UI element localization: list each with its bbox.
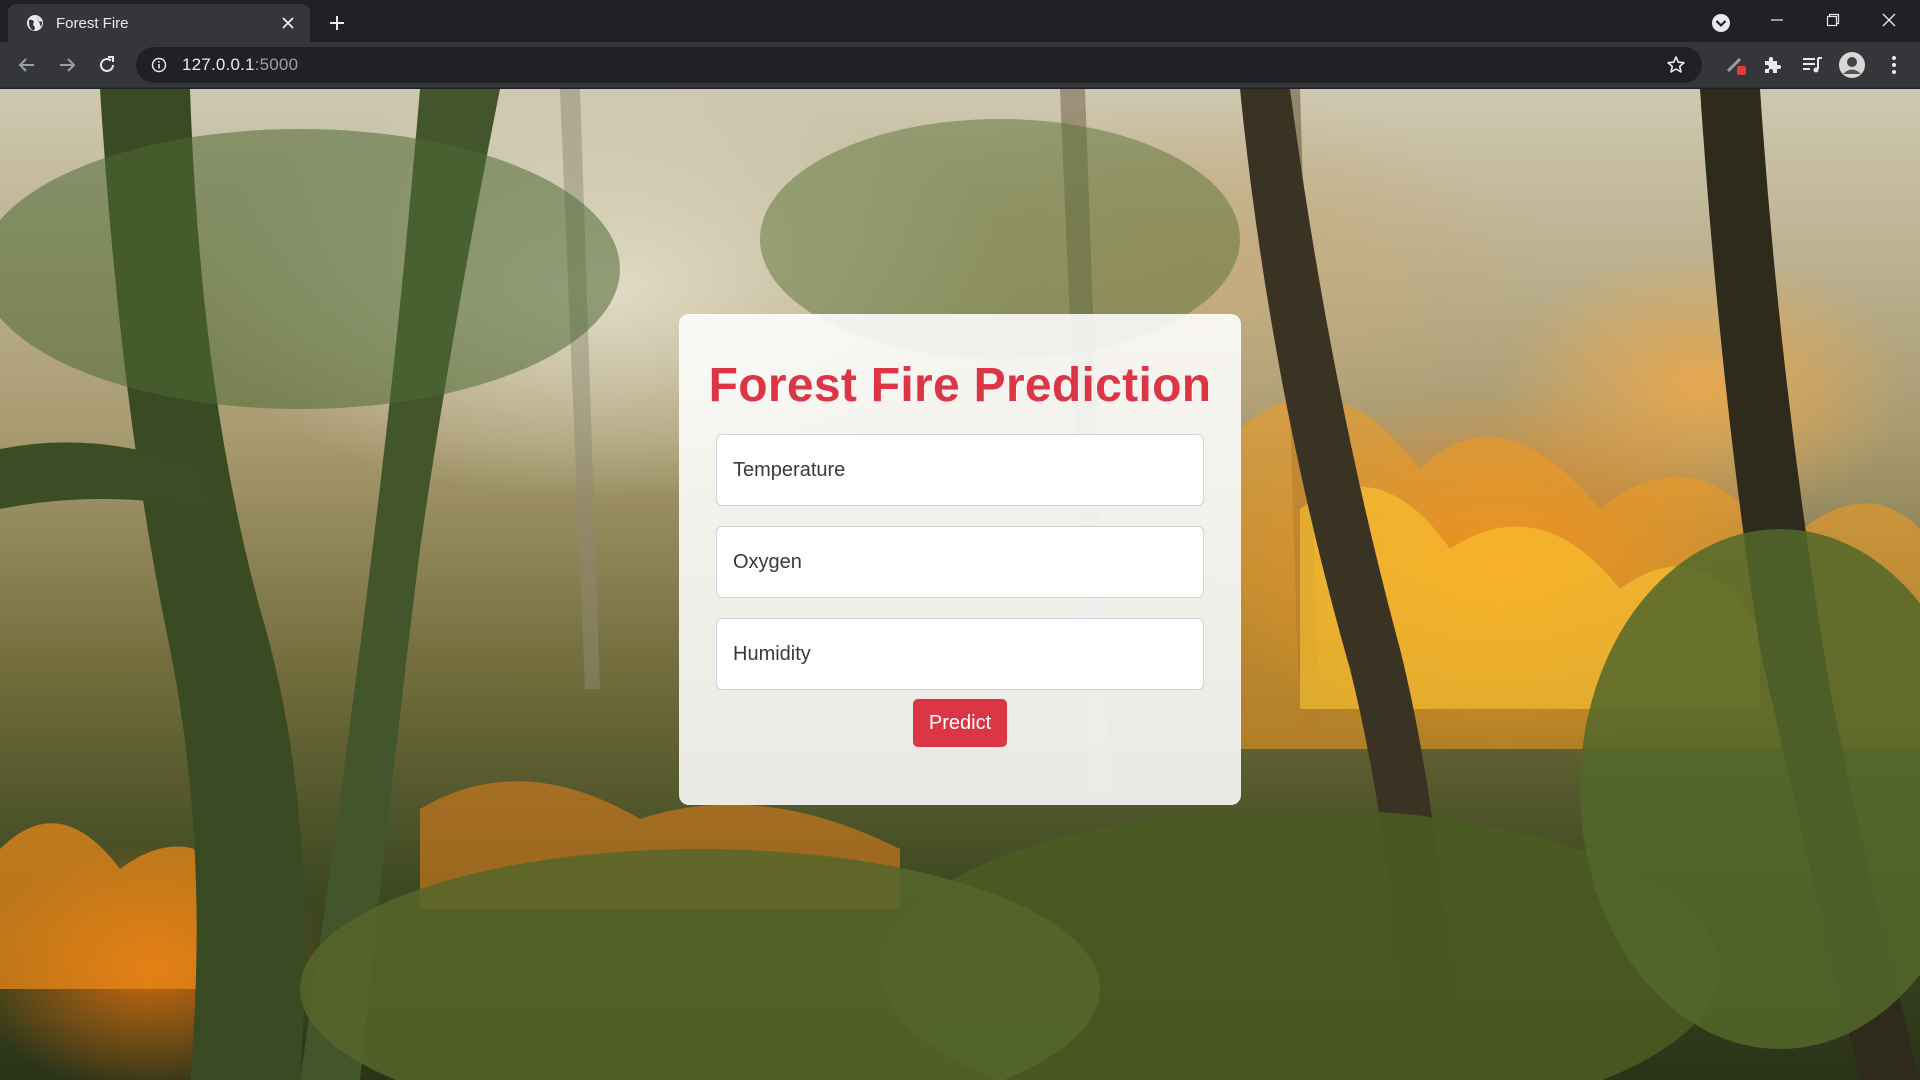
- humidity-input[interactable]: [716, 618, 1204, 690]
- extensions-puzzle-icon[interactable]: [1758, 51, 1786, 79]
- page-title: Forest Fire Prediction: [708, 359, 1212, 412]
- profile-avatar[interactable]: [1838, 51, 1866, 79]
- temperature-input[interactable]: [716, 434, 1204, 506]
- extension-pen-icon[interactable]: [1722, 51, 1750, 79]
- tab-title: Forest Fire: [56, 14, 129, 32]
- close-tab-icon[interactable]: [276, 11, 300, 35]
- page-viewport: Forest Fire Prediction Predict: [0, 89, 1920, 1080]
- back-icon[interactable]: [11, 49, 43, 81]
- close-window-icon[interactable]: [1866, 0, 1912, 40]
- reload-icon[interactable]: [91, 49, 123, 81]
- browser-tab[interactable]: Forest Fire: [8, 4, 310, 42]
- address-bar[interactable]: 127.0.0.1:5000: [136, 47, 1702, 83]
- tab-strip: Forest Fire: [0, 0, 1920, 42]
- predict-button[interactable]: Predict: [913, 699, 1007, 747]
- media-queue-icon[interactable]: [1798, 51, 1826, 79]
- prediction-card: Forest Fire Prediction Predict: [679, 314, 1241, 805]
- bookmark-star-icon[interactable]: [1664, 53, 1688, 77]
- url-text: 127.0.0.1:5000: [182, 55, 298, 75]
- url-host: 127.0.0.1: [182, 55, 255, 74]
- oxygen-input[interactable]: [716, 526, 1204, 598]
- globe-icon: [26, 14, 44, 32]
- minimize-icon[interactable]: [1754, 0, 1800, 40]
- new-tab-button[interactable]: [322, 8, 352, 38]
- browser-toolbar: 127.0.0.1:5000: [0, 42, 1920, 88]
- forward-icon[interactable]: [51, 49, 83, 81]
- url-port: :5000: [254, 55, 299, 74]
- tab-search-icon[interactable]: [1706, 8, 1736, 38]
- restore-icon[interactable]: [1810, 0, 1856, 40]
- menu-kebab-icon[interactable]: [1880, 51, 1908, 79]
- info-icon[interactable]: [150, 56, 168, 74]
